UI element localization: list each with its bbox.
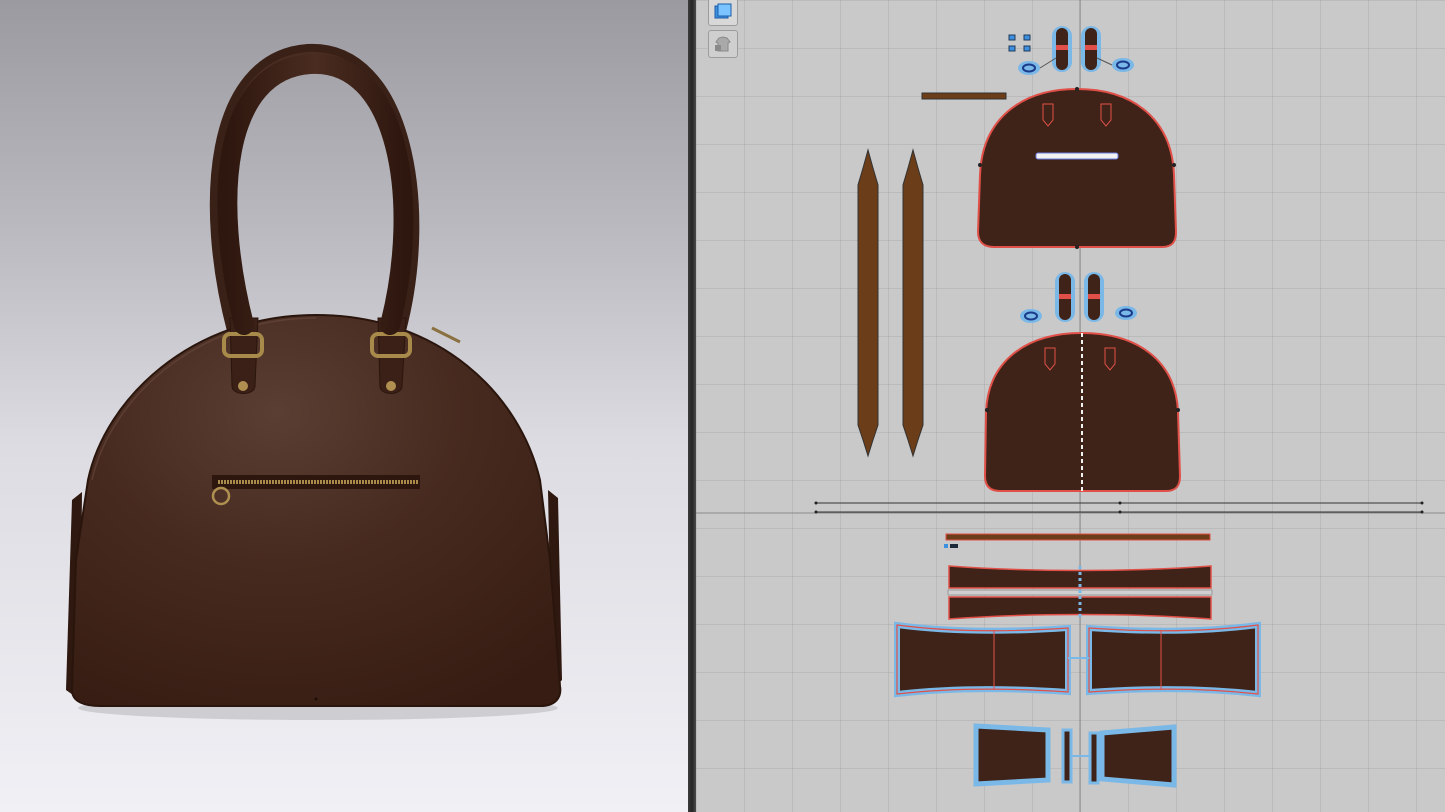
thin-strap-piece[interactable]: [921, 92, 1007, 100]
rivet-left: [238, 381, 248, 391]
front-body-panel[interactable]: [976, 87, 1178, 249]
bottom-seam-point: [314, 697, 318, 701]
rivet-right: [386, 381, 396, 391]
2d-pattern-window[interactable]: [696, 0, 1445, 812]
top-zipper-hint: [431, 326, 461, 344]
3d-viewport[interactable]: [0, 0, 688, 812]
handle-strip-right[interactable]: [902, 148, 924, 458]
tab-pieces-middle[interactable]: [1020, 272, 1137, 323]
gusset-strip[interactable]: [945, 533, 1211, 541]
tab-pieces-top[interactable]: [1008, 26, 1134, 75]
zip-pocket-line[interactable]: [1035, 152, 1119, 160]
side-panel-left[interactable]: [894, 621, 1071, 698]
side-panel-right[interactable]: [1086, 621, 1261, 698]
handbag-render: [66, 43, 562, 720]
view-splitter[interactable]: [688, 0, 696, 812]
end-piece-left[interactable]: [973, 723, 1073, 787]
end-piece-right[interactable]: [1088, 724, 1177, 788]
zipper-tape-lines[interactable]: [814, 501, 1424, 514]
pattern-canvas[interactable]: [696, 0, 1445, 812]
bag-handle-front: [217, 53, 414, 335]
small-connector[interactable]: [944, 544, 958, 548]
bag-body: [70, 313, 562, 707]
handle-strip-left[interactable]: [857, 148, 879, 458]
back-body-panel[interactable]: [983, 331, 1182, 492]
